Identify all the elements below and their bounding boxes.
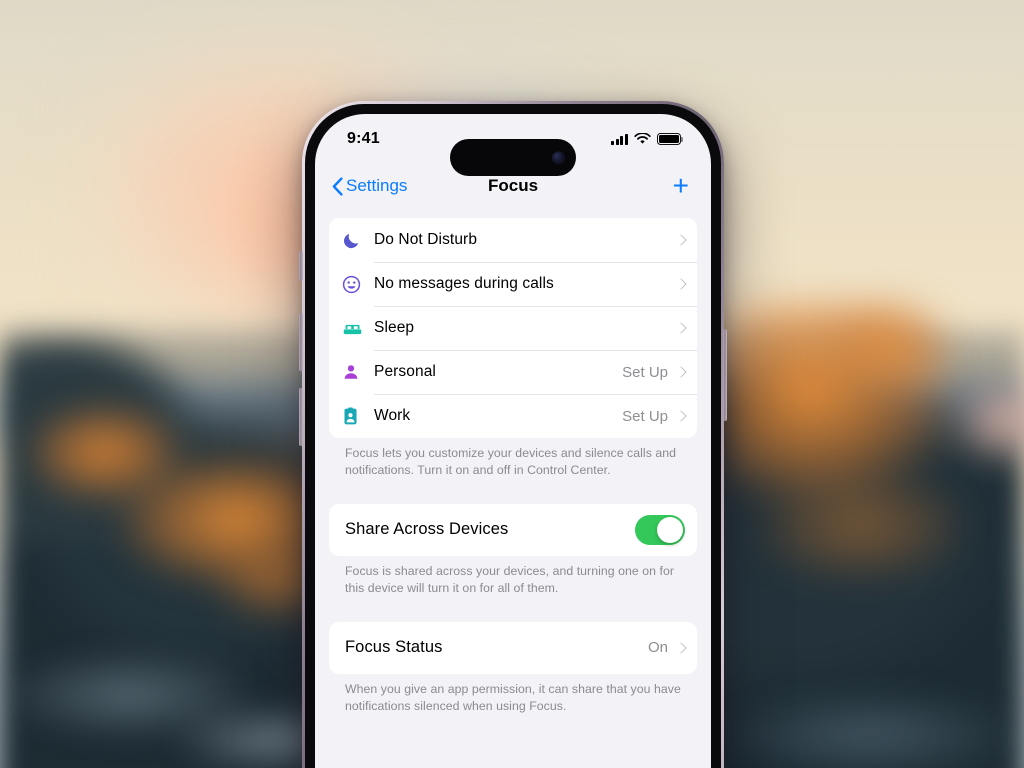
sunlit-rock-face-5 [830,300,950,390]
phone-screen: 9:41 Settings Focus + Do Not Disturb No … [315,114,711,768]
focus-value: Set Up [622,407,668,425]
status-indicators [611,133,684,145]
sunlit-rock-face-7 [955,380,1024,460]
bed-icon [342,318,374,339]
focus-list-footnote: Focus lets you customize your devices an… [345,446,677,478]
focus-value: Set Up [622,363,668,381]
focus-label: Do Not Disturb [374,231,478,248]
status-time: 9:41 [347,130,380,147]
sunlit-rock-face-6 [760,470,960,580]
focus-row-work[interactable]: Work Set Up [329,394,697,438]
chevron-right-icon [675,234,687,246]
share-across-devices-footnote: Focus is shared across your devices, and… [345,563,674,596]
chevron-right-icon [675,366,687,378]
iphone-device: 9:41 Settings Focus + Do Not Disturb No … [299,101,727,768]
focus-row-do-not-disturb[interactable]: Do Not Disturb [329,218,697,262]
focus-row-personal[interactable]: Personal Set Up [329,350,697,394]
battery-icon [657,133,684,145]
smiley-face-icon [342,275,374,294]
focus-modes-card: Do Not Disturb No messages during calls … [329,218,697,438]
focus-row-sleep[interactable]: Sleep [329,306,697,350]
chevron-right-icon [675,278,687,290]
power-button[interactable] [723,329,727,421]
focus-label: No messages during calls [374,275,554,292]
focus-status-label: Focus Status [345,638,443,657]
chevron-right-icon [675,410,687,422]
chevron-right-icon [675,642,687,654]
back-label: Settings [346,176,408,195]
share-across-devices-card: Share Across Devices [329,503,697,556]
volume-down-button[interactable] [299,388,303,446]
wifi-icon [634,133,651,144]
moon-icon [342,231,374,250]
focus-status-footnote: When you give an app permission, it can … [345,681,681,714]
water-streak-3 [720,690,1020,768]
focus-status-card: Focus Status On [329,621,697,674]
status-bar: 9:41 [315,114,711,164]
focus-label: Sleep [374,319,415,336]
cellular-signal-icon [611,133,628,145]
settings-content: Do Not Disturb No messages during calls … [315,208,711,716]
id-badge-icon [342,406,374,426]
toggle-knob [656,516,684,544]
focus-label: Work [374,407,411,424]
person-icon [342,363,374,381]
focus-row-no-messages-during-calls[interactable]: No messages during calls [329,262,697,306]
focus-label: Personal [374,363,436,380]
volume-up-button[interactable] [299,313,303,371]
add-focus-button[interactable]: + [673,172,689,200]
focus-status-value: On [647,639,668,657]
share-across-devices-toggle[interactable] [635,514,685,545]
phone-bezel: 9:41 Settings Focus + Do Not Disturb No … [305,104,721,768]
back-to-settings-button[interactable]: Settings [332,176,407,196]
share-across-devices-row[interactable]: Share Across Devices [329,504,697,556]
silent-switch[interactable] [299,251,303,281]
share-across-devices-label: Share Across Devices [345,520,509,539]
chevron-left-icon [332,176,343,196]
focus-status-row[interactable]: Focus Status On [329,622,697,674]
chevron-right-icon [675,322,687,334]
